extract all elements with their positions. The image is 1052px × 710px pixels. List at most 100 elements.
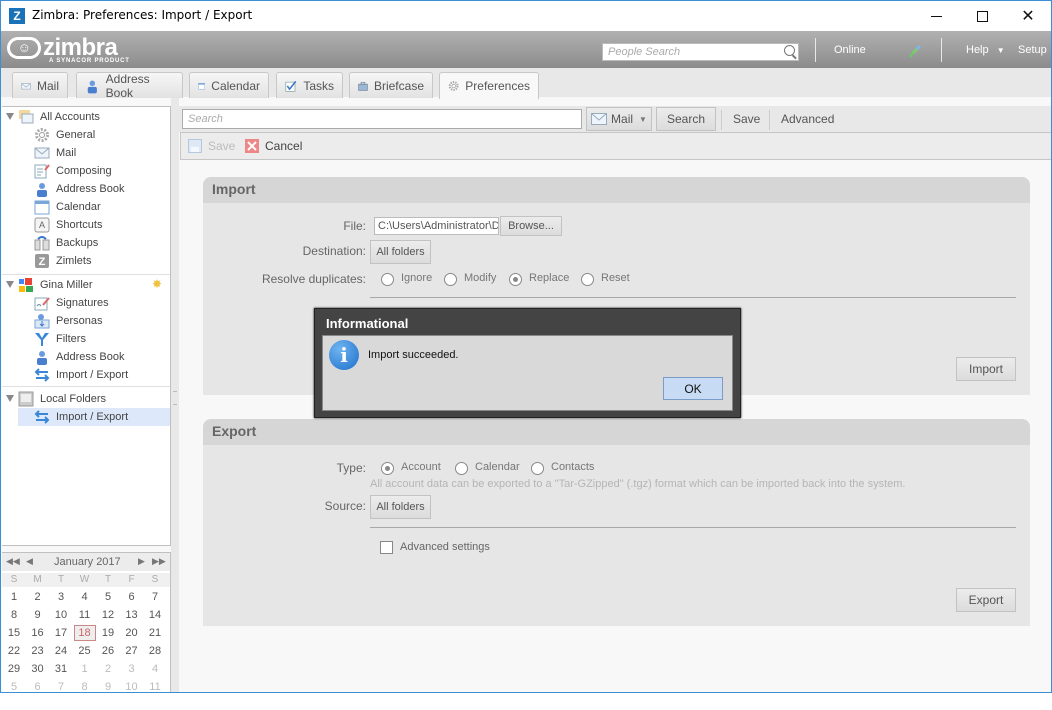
collapse-triangle-icon[interactable] — [6, 281, 14, 288]
import-button[interactable]: Import — [956, 357, 1016, 381]
calendar-day[interactable]: 8 — [3, 607, 25, 623]
calendar-day[interactable]: 21 — [144, 625, 166, 641]
tab-address-book[interactable]: Address Book — [76, 72, 183, 100]
calendar-day[interactable]: 13 — [121, 607, 143, 623]
calendar-day[interactable]: 7 — [50, 679, 72, 692]
calendar-day[interactable]: 22 — [3, 643, 25, 659]
tree-group-all-accounts[interactable]: All Accounts — [18, 108, 100, 126]
calendar-day[interactable]: 11 — [74, 607, 96, 623]
calendar-day[interactable]: 24 — [50, 643, 72, 659]
calendar-day-today[interactable]: 18 — [73, 625, 96, 641]
calendar-day[interactable]: 16 — [27, 625, 49, 641]
search-field[interactable] — [182, 109, 582, 129]
tree-group-local-folders[interactable]: Local Folders — [18, 390, 106, 408]
tab-calendar[interactable]: Calendar — [189, 72, 269, 98]
calendar-day[interactable]: 9 — [97, 679, 119, 692]
zimbra-logo[interactable]: ☺ zimbra A SYNACOR PRODUCT — [7, 36, 130, 64]
calendar-day[interactable]: 3 — [50, 589, 72, 605]
search-type-dropdown[interactable]: Mail ▼ — [586, 107, 652, 131]
tree-item-mail[interactable]: Mail — [34, 144, 76, 162]
calendar-day[interactable]: 15 — [3, 625, 25, 641]
type-account-radio[interactable] — [381, 462, 394, 475]
calendar-day[interactable]: 26 — [97, 643, 119, 659]
calendar-day[interactable]: 14 — [144, 607, 166, 623]
tree-item-general[interactable]: General — [34, 126, 95, 144]
tree-item-calendar[interactable]: Calendar — [34, 198, 101, 216]
resolve-replace-radio[interactable] — [509, 273, 522, 286]
calendar-day[interactable]: 10 — [121, 679, 143, 692]
minimize-button[interactable] — [913, 1, 959, 31]
cancel-button[interactable]: Cancel — [245, 139, 302, 153]
advanced-settings-checkbox[interactable] — [380, 541, 393, 554]
calendar-day[interactable]: 3 — [121, 661, 143, 677]
calendar-day[interactable]: 19 — [97, 625, 119, 641]
collapse-triangle-icon[interactable] — [6, 113, 14, 120]
calendar-day[interactable]: 5 — [3, 679, 25, 692]
source-folder-button[interactable]: All folders — [370, 495, 431, 519]
resolve-ignore-radio[interactable] — [381, 273, 394, 286]
maximize-button[interactable] — [959, 1, 1005, 31]
save-search-button[interactable]: Save — [733, 112, 760, 126]
type-calendar-radio[interactable] — [455, 462, 468, 475]
destination-folder-button[interactable]: All folders — [370, 240, 431, 264]
setup-link[interactable]: Setup — [1018, 44, 1047, 56]
connection-plug-icon[interactable] — [907, 43, 923, 59]
ok-button[interactable]: OK — [663, 377, 723, 400]
advanced-search-button[interactable]: Advanced — [781, 112, 834, 126]
calendar-day[interactable]: 10 — [50, 607, 72, 623]
calendar-day[interactable]: 17 — [50, 625, 72, 641]
prev-month-icon[interactable]: ◀ — [26, 556, 33, 567]
browse-button[interactable]: Browse... — [500, 216, 562, 236]
calendar-day[interactable]: 27 — [121, 643, 143, 659]
search-icon[interactable] — [784, 45, 795, 56]
calendar-day[interactable]: 23 — [27, 643, 49, 659]
help-menu[interactable]: Help ▼ — [966, 44, 1005, 56]
search-button[interactable]: Search — [656, 107, 716, 131]
calendar-day[interactable]: 5 — [97, 589, 119, 605]
people-search-field[interactable] — [602, 43, 799, 61]
prev-year-icon[interactable]: ◀◀ — [6, 556, 20, 567]
tab-preferences[interactable]: Preferences — [439, 72, 539, 99]
tab-tasks[interactable]: Tasks — [276, 72, 343, 98]
calendar-day[interactable]: 31 — [50, 661, 72, 677]
tree-item-zimlets[interactable]: Z Zimlets — [34, 252, 91, 270]
calendar-day[interactable]: 2 — [27, 589, 49, 605]
tree-item-filters[interactable]: Filters — [34, 330, 86, 348]
file-path-input[interactable]: C:\Users\Administrator\D — [374, 217, 499, 235]
export-button[interactable]: Export — [956, 588, 1016, 612]
tree-group-gina-miller[interactable]: Gina Miller — [18, 276, 93, 294]
tree-item-personas[interactable]: Personas — [34, 312, 102, 330]
search-input[interactable] — [183, 110, 581, 128]
calendar-day[interactable]: 30 — [27, 661, 49, 677]
calendar-day[interactable]: 8 — [74, 679, 96, 692]
online-status[interactable]: Online — [834, 44, 866, 56]
resize-grip-icon[interactable] — [173, 391, 177, 405]
next-month-icon[interactable]: ▶ — [138, 556, 145, 567]
calendar-day[interactable]: 12 — [97, 607, 119, 623]
calendar-day[interactable]: 20 — [121, 625, 143, 641]
calendar-day[interactable]: 25 — [74, 643, 96, 659]
calendar-day[interactable]: 11 — [144, 679, 166, 692]
people-search-input[interactable] — [603, 44, 778, 60]
tab-mail[interactable]: Mail — [12, 72, 68, 98]
tree-item-backups[interactable]: Backups — [34, 234, 98, 252]
save-button[interactable]: Save — [188, 139, 235, 153]
next-year-icon[interactable]: ▶▶ — [152, 556, 166, 567]
calendar-day[interactable]: 4 — [144, 661, 166, 677]
calendar-day[interactable]: 1 — [74, 661, 96, 677]
close-button[interactable]: ✕ — [1005, 1, 1051, 31]
calendar-day[interactable]: 4 — [74, 589, 96, 605]
calendar-day[interactable]: 6 — [27, 679, 49, 692]
tree-item-address-book[interactable]: Address Book — [34, 348, 124, 366]
calendar-day[interactable]: 1 — [3, 589, 25, 605]
tree-item-signatures[interactable]: Signatures — [34, 294, 109, 312]
tree-item-composing[interactable]: Composing — [34, 162, 112, 180]
tree-item-import-export[interactable]: Import / Export — [34, 366, 128, 384]
collapse-triangle-icon[interactable] — [6, 395, 14, 402]
resolve-modify-radio[interactable] — [444, 273, 457, 286]
tree-item-local-import-export[interactable]: Import / Export — [18, 408, 170, 426]
calendar-day[interactable]: 29 — [3, 661, 25, 677]
resolve-reset-radio[interactable] — [581, 273, 594, 286]
type-contacts-radio[interactable] — [531, 462, 544, 475]
calendar-day[interactable]: 2 — [97, 661, 119, 677]
